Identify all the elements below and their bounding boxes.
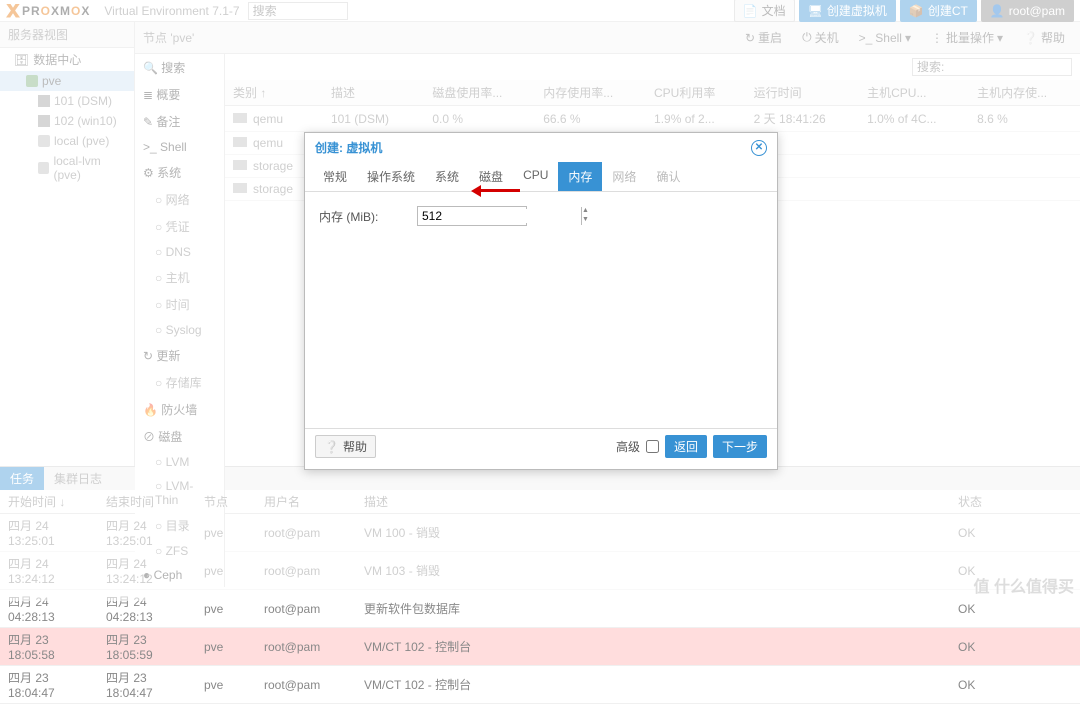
wizard-tab-7: 确认	[646, 162, 690, 191]
wizard-tab-5[interactable]: 内存	[558, 162, 602, 191]
wizard-tab-0[interactable]: 常规	[313, 162, 357, 191]
close-icon[interactable]: ✕	[751, 140, 767, 156]
wizard-tab-6: 网络	[602, 162, 646, 191]
task-row[interactable]: 四月 23 18:05:58四月 23 18:05:59pveroot@pamV…	[0, 628, 1080, 666]
next-button[interactable]: 下一步	[713, 435, 767, 458]
wizard-tab-1[interactable]: 操作系统	[357, 162, 425, 191]
wizard-tab-3[interactable]: 磁盘	[469, 162, 513, 191]
modal-title: 创建: 虚拟机	[315, 139, 382, 156]
advanced-label: 高级	[616, 438, 640, 455]
advanced-checkbox[interactable]	[646, 440, 659, 453]
memory-label: 内存 (MiB):	[319, 208, 409, 225]
wizard-tab-4[interactable]: CPU	[513, 162, 558, 191]
task-row[interactable]: 四月 23 18:04:47四月 23 18:04:47pveroot@pamV…	[0, 666, 1080, 704]
memory-input[interactable]	[418, 209, 581, 223]
wizard-help-button[interactable]: ❔ 帮助	[315, 435, 376, 458]
spin-up-icon[interactable]: ▲	[582, 207, 589, 216]
create-vm-wizard: 创建: 虚拟机 ✕ 常规操作系统系统磁盘CPU内存网络确认 内存 (MiB): …	[304, 132, 778, 470]
wizard-tab-2[interactable]: 系统	[425, 162, 469, 191]
memory-spinner[interactable]: ▲▼	[417, 206, 527, 226]
back-button[interactable]: 返回	[665, 435, 707, 458]
spin-down-icon[interactable]: ▼	[582, 216, 589, 225]
